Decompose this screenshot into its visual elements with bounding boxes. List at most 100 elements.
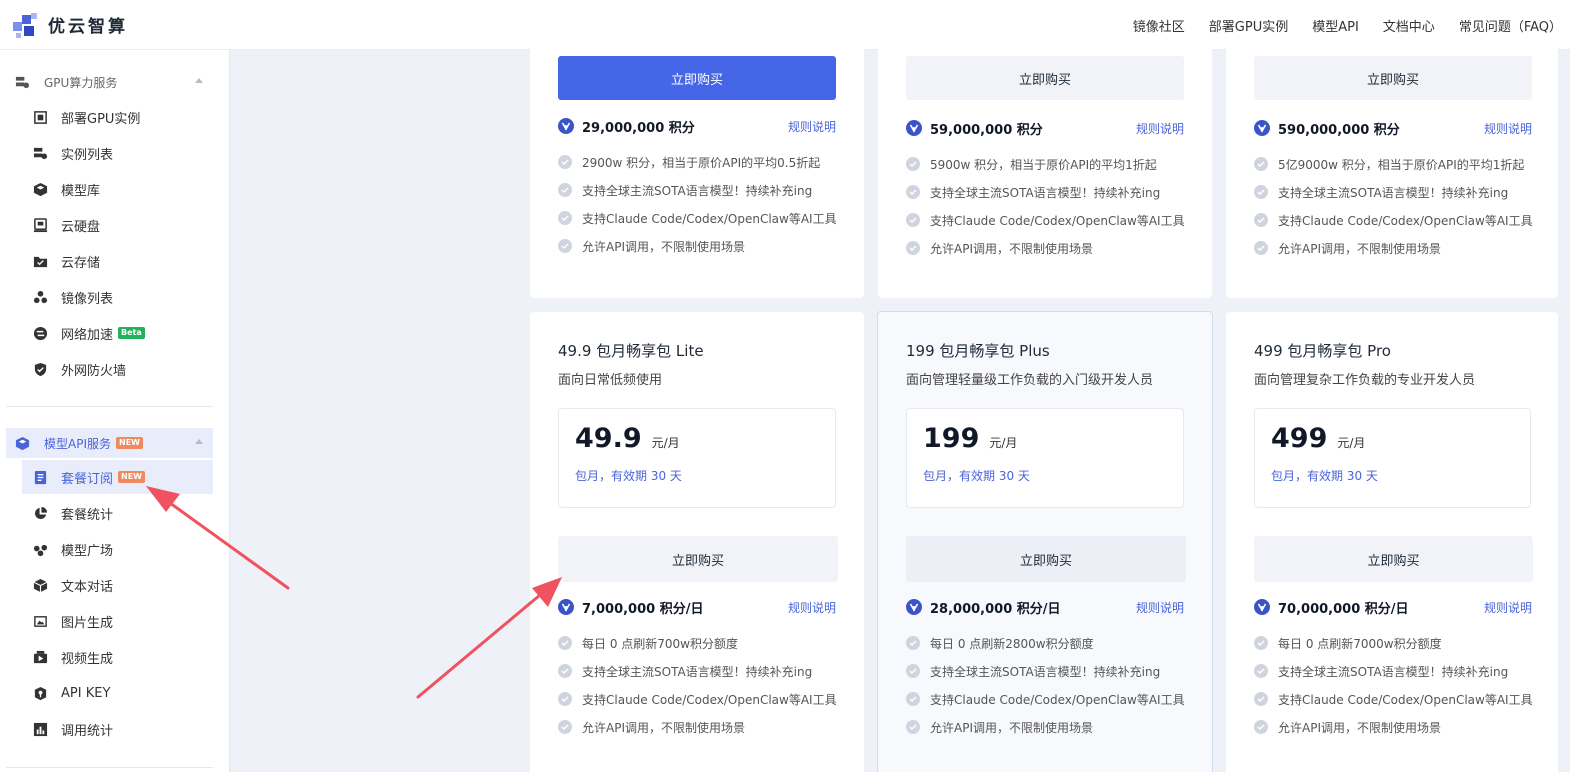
check-circle-icon bbox=[906, 241, 920, 255]
feature-item: 每日 0 点刷新7000w积分额度 bbox=[1254, 634, 1544, 652]
feature-text: 支持全球主流SOTA语言模型！持续补充ing bbox=[1278, 664, 1509, 679]
sidebar-item-label: 模型广场 bbox=[61, 543, 114, 559]
feature-text: 支持Claude Code/Codex/OpenClaw等AI工具 bbox=[1278, 213, 1533, 228]
rules-link[interactable]: 规则说明 bbox=[788, 599, 836, 616]
buy-button[interactable]: 立即购买 bbox=[558, 56, 836, 100]
feature-text: 允许API调用，不限制使用场景 bbox=[582, 720, 745, 735]
buy-button[interactable]: 立即购买 bbox=[558, 536, 838, 582]
subscription-icon bbox=[32, 469, 48, 485]
sidebar-item-firewall[interactable]: 外网防火墙 bbox=[22, 352, 213, 386]
feature-text: 2900w 积分，相当于原价API的平均0.5折起 bbox=[582, 155, 821, 170]
nav-faq[interactable]: 常见问题（FAQ） bbox=[1459, 16, 1562, 35]
sidebar-group-label: GPU算力服务 bbox=[44, 75, 118, 90]
nav-docs[interactable]: 文档中心 bbox=[1383, 16, 1435, 35]
buy-button[interactable]: 立即购买 bbox=[906, 536, 1186, 582]
price-validity: 包月，有效期 30 天 bbox=[575, 469, 682, 483]
sidebar-item-call-stats[interactable]: 调用统计 bbox=[22, 712, 213, 746]
sidebar-item-label: API KEY bbox=[61, 685, 111, 701]
sidebar-item-label: 镜像列表 bbox=[61, 291, 114, 307]
price-value: 499 bbox=[1271, 423, 1328, 454]
server-icon bbox=[14, 74, 30, 90]
video-gen-icon bbox=[32, 649, 48, 665]
rules-link[interactable]: 规则说明 bbox=[1484, 599, 1532, 616]
rules-link[interactable]: 规则说明 bbox=[788, 118, 836, 135]
image-list-icon bbox=[32, 289, 48, 305]
feature-item: 允许API调用，不限制使用场景 bbox=[558, 237, 848, 255]
sidebar-item-plan-stats[interactable]: 套餐统计 bbox=[22, 496, 213, 530]
plan-description: 面向管理复杂工作负载的专业开发人员 bbox=[1254, 373, 1476, 388]
sidebar-item-api-key[interactable]: API KEY bbox=[22, 676, 213, 710]
sidebar-group-gpu[interactable]: GPU算力服务 bbox=[6, 67, 213, 97]
points-value: 7,000,000 积分/日 bbox=[582, 601, 704, 617]
model-library-icon bbox=[32, 181, 48, 197]
sidebar-item-image-gen[interactable]: 图片生成 bbox=[22, 604, 213, 638]
feature-item: 5900w 积分，相当于原价API的平均1折起 bbox=[906, 155, 1196, 173]
collapse-caret-icon[interactable] bbox=[195, 439, 203, 444]
price-row: 199 元/月 bbox=[923, 423, 1017, 454]
sidebar-item-image-list[interactable]: 镜像列表 bbox=[22, 280, 213, 314]
brand-logo[interactable]: 优云智算 bbox=[10, 10, 128, 40]
check-circle-icon bbox=[906, 185, 920, 199]
feature-text: 允许API调用，不限制使用场景 bbox=[1278, 720, 1441, 735]
price-unit: 元/月 bbox=[989, 436, 1018, 450]
feature-item: 支持Claude Code/Codex/OpenClaw等AI工具 bbox=[906, 211, 1196, 229]
buy-button[interactable]: 立即购买 bbox=[1254, 56, 1532, 100]
nav-model-api[interactable]: 模型API bbox=[1312, 16, 1359, 35]
feature-text: 支持Claude Code/Codex/OpenClaw等AI工具 bbox=[582, 692, 837, 707]
collapse-caret-icon[interactable] bbox=[195, 78, 203, 83]
buy-button[interactable]: 立即购买 bbox=[906, 56, 1184, 100]
rules-link[interactable]: 规则说明 bbox=[1136, 120, 1184, 137]
check-circle-icon bbox=[558, 211, 572, 225]
feature-item: 允许API调用，不限制使用场景 bbox=[1254, 239, 1544, 257]
feature-item: 支持Claude Code/Codex/OpenClaw等AI工具 bbox=[1254, 211, 1544, 229]
sidebar-item-subscription[interactable]: 套餐订阅 NEW bbox=[22, 460, 213, 494]
image-gen-icon bbox=[32, 613, 48, 629]
nav-mirror-community[interactable]: 镜像社区 bbox=[1133, 16, 1185, 35]
plan-card-plus: 199 包月畅享包 Plus 面向管理轻量级工作负载的入门级开发人员 199 元… bbox=[877, 311, 1213, 772]
buy-button[interactable]: 立即购买 bbox=[1254, 536, 1533, 582]
check-circle-icon bbox=[906, 636, 920, 650]
cloud-disk-icon bbox=[32, 217, 48, 233]
sidebar-group-model-api[interactable]: 模型API服务 NEW bbox=[6, 428, 213, 458]
sidebar-item-instance-list[interactable]: 实例列表 bbox=[22, 136, 213, 170]
sidebar-item-text-chat[interactable]: 文本对话 bbox=[22, 568, 213, 602]
sidebar-item-model-plaza[interactable]: 模型广场 bbox=[22, 532, 213, 566]
sidebar-item-label: 外网防火墙 bbox=[61, 363, 127, 379]
sidebar-item-network-accel[interactable]: 网络加速 Beta bbox=[22, 316, 213, 350]
cube-logo-icon bbox=[13, 12, 37, 38]
feature-text: 支持全球主流SOTA语言模型！持续补充ing bbox=[930, 664, 1161, 679]
feature-item: 支持Claude Code/Codex/OpenClaw等AI工具 bbox=[1254, 690, 1544, 708]
text-chat-icon bbox=[32, 577, 48, 593]
sidebar-item-label: 图片生成 bbox=[61, 615, 114, 631]
plan-title: 49.9 包月畅享包 Lite bbox=[558, 342, 704, 360]
sidebar-item-deploy-gpu[interactable]: 部署GPU实例 bbox=[22, 100, 213, 134]
check-circle-icon bbox=[1254, 664, 1268, 678]
points-row: 590,000,000 积分 规则说明 bbox=[1254, 118, 1532, 138]
sidebar-item-label: 部署GPU实例 bbox=[61, 111, 141, 127]
sidebar-item-cloud-disk[interactable]: 云硬盘 bbox=[22, 208, 213, 242]
feature-item: 支持全球主流SOTA语言模型！持续补充ing bbox=[1254, 183, 1544, 201]
price-unit: 元/月 bbox=[651, 436, 680, 450]
points-value: 590,000,000 积分 bbox=[1278, 122, 1400, 138]
rules-link[interactable]: 规则说明 bbox=[1136, 599, 1184, 616]
points-row: 7,000,000 积分/日 规则说明 bbox=[558, 597, 836, 617]
points-coin-icon bbox=[906, 120, 922, 136]
check-circle-icon bbox=[906, 157, 920, 171]
check-circle-icon bbox=[906, 664, 920, 678]
price-row: 49.9 元/月 bbox=[575, 423, 680, 454]
sidebar-item-video-gen[interactable]: 视频生成 bbox=[22, 640, 213, 674]
feature-text: 5亿9000w 积分，相当于原价API的平均1折起 bbox=[1278, 157, 1525, 172]
check-circle-icon bbox=[1254, 241, 1268, 255]
plan-description: 面向日常低频使用 bbox=[558, 373, 663, 388]
cloud-storage-icon bbox=[32, 253, 48, 269]
nav-deploy-gpu[interactable]: 部署GPU实例 bbox=[1209, 16, 1288, 35]
rules-link[interactable]: 规则说明 bbox=[1484, 120, 1532, 137]
feature-text: 允许API调用，不限制使用场景 bbox=[930, 720, 1093, 735]
sidebar-item-model-library[interactable]: 模型库 bbox=[22, 172, 213, 206]
price-box: 199 元/月 包月，有效期 30 天 bbox=[906, 408, 1184, 508]
price-unit: 元/月 bbox=[1337, 436, 1366, 450]
price-box: 49.9 元/月 包月，有效期 30 天 bbox=[558, 408, 836, 508]
plan-card-pro: 499 包月畅享包 Pro 面向管理复杂工作负载的专业开发人员 499 元/月 … bbox=[1226, 312, 1558, 772]
feature-item: 支持全球主流SOTA语言模型！持续补充ing bbox=[906, 662, 1196, 680]
sidebar-item-cloud-storage[interactable]: 云存储 bbox=[22, 244, 213, 278]
